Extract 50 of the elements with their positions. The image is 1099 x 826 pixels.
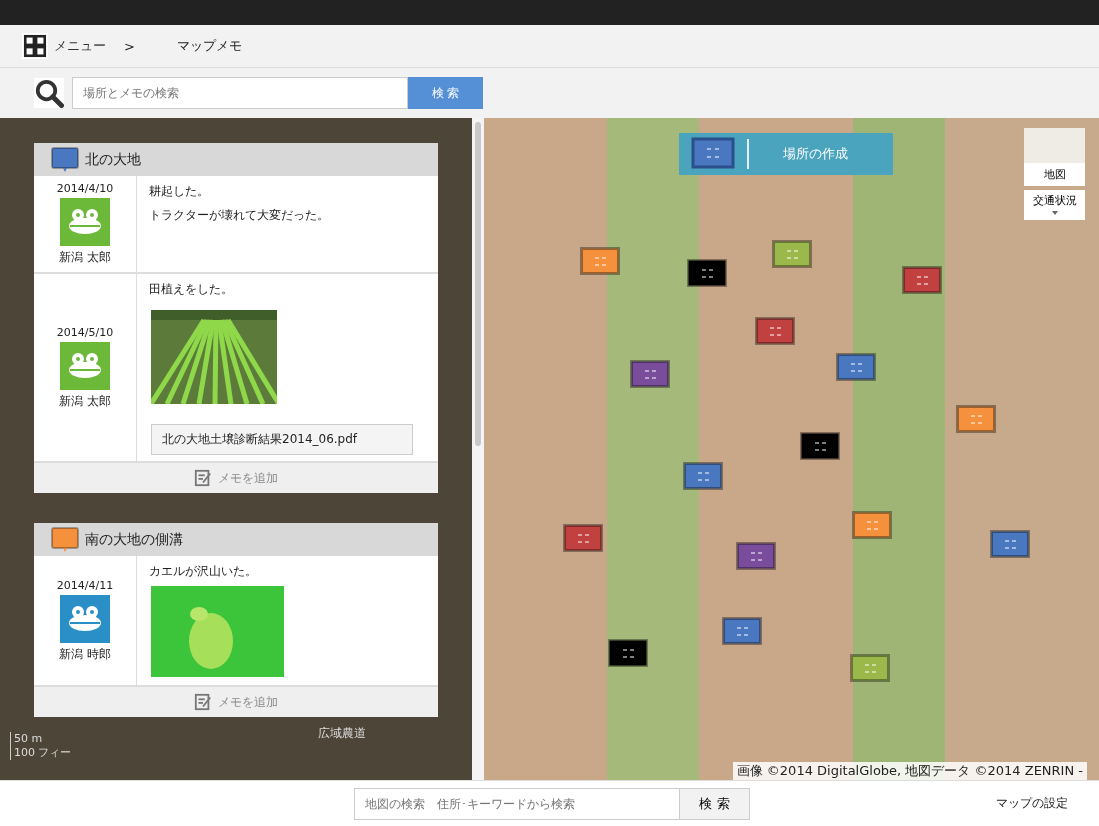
note-edit-icon <box>194 693 212 711</box>
scrollbar-thumb[interactable] <box>475 122 481 446</box>
satellite-map-placeholder[interactable]: 場所の作成 地図 交通状況 画像 ©2014 DigitalGlobe, 地図データ ©2014 ZENRIN - <box>484 118 1099 780</box>
place-marker[interactable] <box>630 360 670 388</box>
place-marker[interactable] <box>736 542 776 570</box>
memo-date: 2014/4/11 <box>56 578 114 592</box>
scale-label: 50 m <box>14 732 44 745</box>
place-marker[interactable] <box>608 639 648 667</box>
place-marker[interactable] <box>850 654 890 682</box>
place-marker[interactable] <box>852 511 892 539</box>
place-header[interactable]: 北の大地 <box>34 143 438 176</box>
memo-date: 2014/4/10 <box>56 182 114 195</box>
place-marker[interactable] <box>683 462 723 490</box>
place-marker[interactable] <box>580 247 620 275</box>
road-label: 広域農道 <box>318 725 366 742</box>
place-header[interactable]: 南の大地の側溝 <box>34 523 438 556</box>
memo-author: 新潟 時郎 <box>59 645 111 663</box>
place-marker[interactable] <box>755 317 795 345</box>
place-marker[interactable] <box>956 405 996 433</box>
memo-text: 耕起した。 <box>149 183 209 200</box>
place-marker[interactable] <box>722 617 762 645</box>
place-marker[interactable] <box>563 524 603 552</box>
menu-link[interactable]: メニュー <box>54 37 106 55</box>
search-field[interactable]: 場所とメモの検索 <box>72 77 408 109</box>
file-attachment[interactable]: 北の大地土壌診断結果2014_06.pdf <box>151 424 413 455</box>
place-marker[interactable] <box>990 530 1030 558</box>
place-marker[interactable] <box>836 353 876 381</box>
scale-label: 100 フィー <box>14 745 73 760</box>
map-type-button[interactable]: 地図 <box>1024 128 1085 186</box>
place-marker[interactable] <box>800 432 840 460</box>
memo-text: トラクターが壊れて大変だった。 <box>149 207 329 224</box>
menu-grid-icon[interactable] <box>22 33 48 59</box>
place-marker[interactable] <box>687 259 727 287</box>
page-title: マップメモ <box>176 37 242 55</box>
memo-author: 新潟 太郎 <box>59 392 111 410</box>
memo-author: 新潟 太郎 <box>59 249 111 266</box>
search-icon <box>34 78 64 108</box>
map-search-button[interactable]: 検 索 <box>680 787 750 820</box>
map-attribution: 画像 ©2014 DigitalGlobe, 地図データ ©2014 ZENRIN - <box>732 762 1087 780</box>
memo-date: 2014/5/10 <box>56 325 114 339</box>
breadcrumb-separator: > <box>124 38 135 54</box>
map-settings-link[interactable]: マップの設定 <box>996 795 1068 812</box>
marker-icon <box>691 137 735 171</box>
note-edit-icon <box>194 469 212 487</box>
memo-text: 田植えをした。 <box>149 281 233 298</box>
place-marker[interactable] <box>902 266 942 294</box>
map-search-field[interactable]: 地図の検索 住所･キーワードから検索 <box>354 787 680 820</box>
place-marker[interactable] <box>772 240 812 268</box>
traffic-dropdown[interactable]: 交通状況 <box>1024 190 1085 220</box>
memo-text: カエルが沢山いた。 <box>149 563 257 580</box>
